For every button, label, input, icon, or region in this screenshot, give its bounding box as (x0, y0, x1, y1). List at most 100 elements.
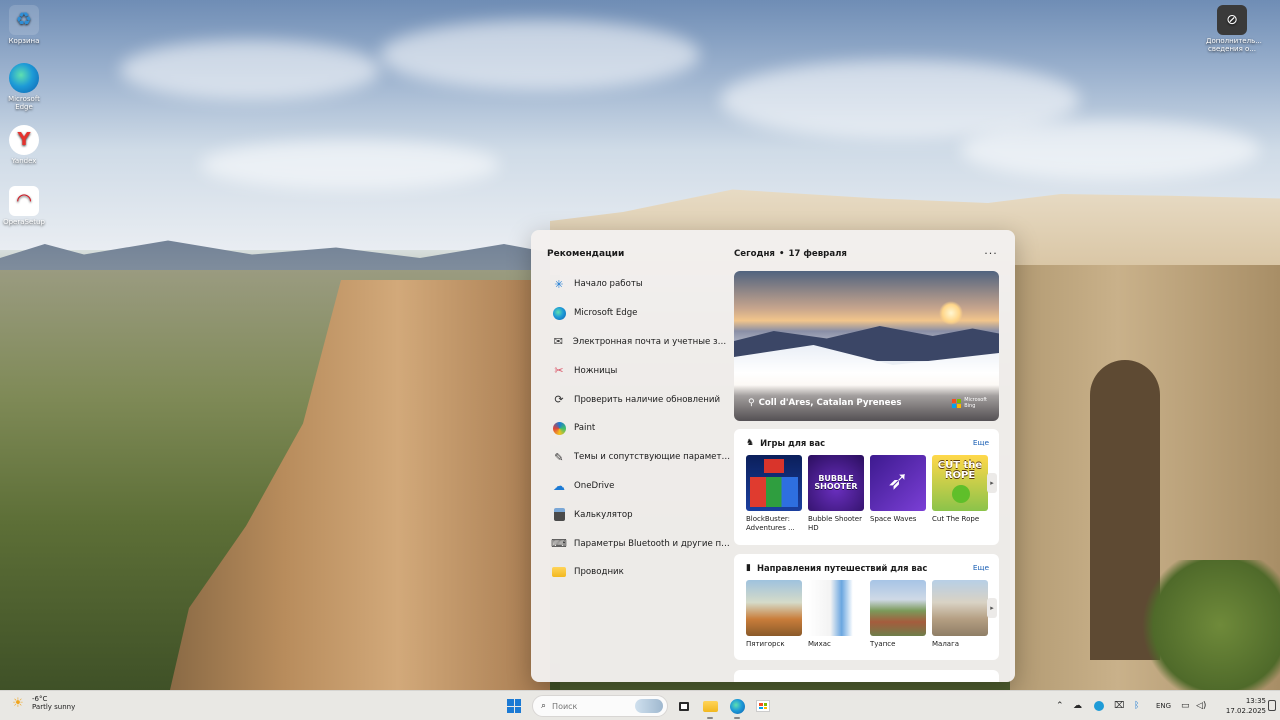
speaker-icon: ◁) (1196, 701, 1207, 711)
recommendations-title: Рекомендации (547, 249, 625, 259)
next-card-peek (734, 670, 999, 682)
task-view-button[interactable] (674, 696, 694, 716)
bing-hero-card[interactable]: ⚲ Coll d'Ares, Catalan Pyrenees Microsof… (734, 271, 999, 421)
mail-icon: ✉ (553, 335, 563, 349)
taskbar-file-explorer[interactable] (700, 696, 720, 716)
rec-item-bluetooth-settings[interactable]: ⌨ Параметры Bluetooth и другие пара... (545, 529, 731, 558)
travel-tile-malaga[interactable]: Малага (932, 580, 988, 649)
tray-bluetooth-icon[interactable]: ᛒ (1134, 699, 1139, 713)
chevron-right-icon: ▸ (990, 604, 994, 612)
rec-item-onedrive[interactable]: ☁ OneDrive (545, 472, 731, 501)
weather-widget-button[interactable]: ☀ -6°C Partly sunny (10, 695, 75, 712)
paint-icon (551, 420, 567, 436)
rec-item-themes[interactable]: ✎ Темы и сопутствующие параметры (545, 443, 731, 472)
yandex-icon: Y (9, 125, 39, 155)
travel-tile-mijas[interactable]: Михас (808, 580, 864, 649)
game-thumbnail: BUBBLE SHOOTER (808, 455, 864, 511)
taskbar-edge[interactable] (727, 696, 747, 716)
folder-icon (702, 700, 718, 712)
partly-sunny-icon: ☀ (12, 696, 24, 711)
desktop-icon-more-info[interactable]: ⊘ Дополнитель... сведения о... (1206, 5, 1262, 53)
games-card-header: ♞ Игры для вас (746, 438, 826, 448)
travel-thumbnail (746, 580, 802, 636)
travel-more-link[interactable]: Еще (973, 563, 989, 572)
game-tile-cut-the-rope[interactable]: CUT the ROPE Cut The Rope (932, 455, 988, 533)
desktop-icon-recycle-bin[interactable]: ♻ Корзина (0, 5, 48, 45)
running-indicator (707, 717, 713, 719)
help-circle-icon: ⊘ (1217, 5, 1247, 35)
taskbar: ☀ -6°C Partly sunny ⌕ ⌃ ☁ ⌧ ᛒ ENG ▭ ◁) 1… (0, 690, 1280, 720)
edge-icon (1094, 701, 1104, 711)
chevron-up-icon: ⌃ (1056, 701, 1064, 711)
taskbar-store[interactable] (753, 696, 773, 716)
language-indicator[interactable]: ENG (1156, 699, 1171, 713)
edge-icon (729, 698, 745, 714)
travel-thumbnail (870, 580, 926, 636)
recommendations-list: ✳ Начало работы Microsoft Edge ✉ Электро… (545, 270, 731, 587)
scissors-icon: ✂ (554, 364, 564, 378)
onedrive-icon: ☁ (553, 478, 565, 493)
games-more-link[interactable]: Еще (973, 438, 989, 447)
microsoft-logo-icon (952, 398, 962, 408)
games-scroll-right-button[interactable]: ▸ (987, 473, 997, 493)
rec-item-mail-accounts[interactable]: ✉ Электронная почта и учетные записи (545, 328, 731, 357)
microsoft-bing-logo: Microsoft Bing (952, 397, 987, 409)
rec-item-paint[interactable]: Paint (545, 414, 731, 443)
search-highlight-image (635, 699, 663, 713)
rec-item-check-updates[interactable]: ⟳ Проверить наличие обновлений (545, 385, 731, 414)
search-icon: ⌕ (541, 701, 547, 711)
taskbar-search[interactable]: ⌕ (532, 695, 668, 717)
game-tile-blockbuster[interactable]: BlockBuster: Adventures ... (746, 455, 802, 533)
rec-item-explorer[interactable]: Проводник (545, 558, 731, 587)
rocket-icon: ➶ (887, 466, 909, 496)
show-hidden-icons-button[interactable]: ⌃ (1056, 699, 1064, 713)
weather-temperature: -6°C (32, 695, 48, 703)
travel-tile-pyatigorsk[interactable]: Пятигорск (746, 580, 802, 649)
rec-item-snipping-tool[interactable]: ✂ Ножницы (545, 356, 731, 385)
pen-icon: ✎ (554, 450, 564, 464)
desktop-icon-edge[interactable]: Microsoft Edge (0, 63, 48, 111)
game-thumbnail: CUT the ROPE (932, 455, 988, 511)
edge-icon (9, 63, 39, 93)
tray-edge-icon[interactable] (1094, 699, 1104, 713)
travel-card-header: ▮ Направления путешествий для вас (746, 563, 928, 573)
widgets-panel: Рекомендации ✳ Начало работы Microsoft E… (531, 230, 1015, 682)
search-input[interactable] (552, 701, 623, 711)
opera-icon: ◠ (9, 186, 39, 216)
travel-tile-tuapse[interactable]: Туапсе (870, 580, 926, 649)
travel-thumbnail (932, 580, 988, 636)
bluetooth-settings-icon: ⌨ (551, 537, 567, 551)
travel-card: ▮ Направления путешествий для вас Еще Пя… (734, 554, 999, 660)
suitcase-icon: ▮ (746, 563, 751, 573)
game-tile-space-waves[interactable]: ➶ Space Waves (870, 455, 926, 533)
tray-volume-icon[interactable]: ◁) (1196, 699, 1206, 713)
rec-item-get-started[interactable]: ✳ Начало работы (545, 270, 731, 299)
rec-item-calculator[interactable]: Калькулятор (545, 500, 731, 529)
windows-logo-icon (507, 699, 514, 706)
running-indicator (734, 717, 740, 719)
tray-network-icon[interactable]: ☁ (1073, 699, 1082, 713)
weather-condition: Partly sunny (32, 703, 76, 711)
desktop-icon-yandex[interactable]: Y Yandex (0, 125, 48, 165)
refresh-icon: ⟳ (554, 393, 564, 407)
notification-icon[interactable] (1268, 700, 1276, 711)
tray-wifi-icon[interactable]: ▭ (1181, 699, 1190, 713)
travel-scroll-right-button[interactable]: ▸ (987, 598, 997, 618)
taskbar-clock[interactable]: 13:35 17.02.2025 (1220, 696, 1266, 716)
calculator-icon (551, 507, 567, 523)
tray-usb-icon[interactable]: ⌧ (1114, 699, 1124, 713)
rec-item-edge[interactable]: Microsoft Edge (545, 299, 731, 328)
recycle-bin-icon: ♻ (9, 5, 39, 35)
games-card: ♞ Игры для вас Еще BlockBuster: Adventur… (734, 429, 999, 545)
cloud-icon: ☁ (1073, 701, 1082, 711)
desktop-icon-opera-setup[interactable]: ◠ OperaSetup (0, 186, 48, 226)
game-thumbnail: ➶ (870, 455, 926, 511)
game-thumbnail (746, 455, 802, 511)
feed-date-header: Сегодня • 17 февраля (734, 249, 847, 259)
task-view-icon (679, 701, 689, 711)
more-options-button[interactable]: ··· (982, 245, 1000, 261)
game-tile-bubble-shooter[interactable]: BUBBLE SHOOTER Bubble Shooter HD (808, 455, 864, 533)
location-pin-icon: ⚲ (748, 398, 755, 408)
hero-caption: ⚲ Coll d'Ares, Catalan Pyrenees (748, 398, 902, 408)
start-button[interactable] (505, 697, 523, 715)
